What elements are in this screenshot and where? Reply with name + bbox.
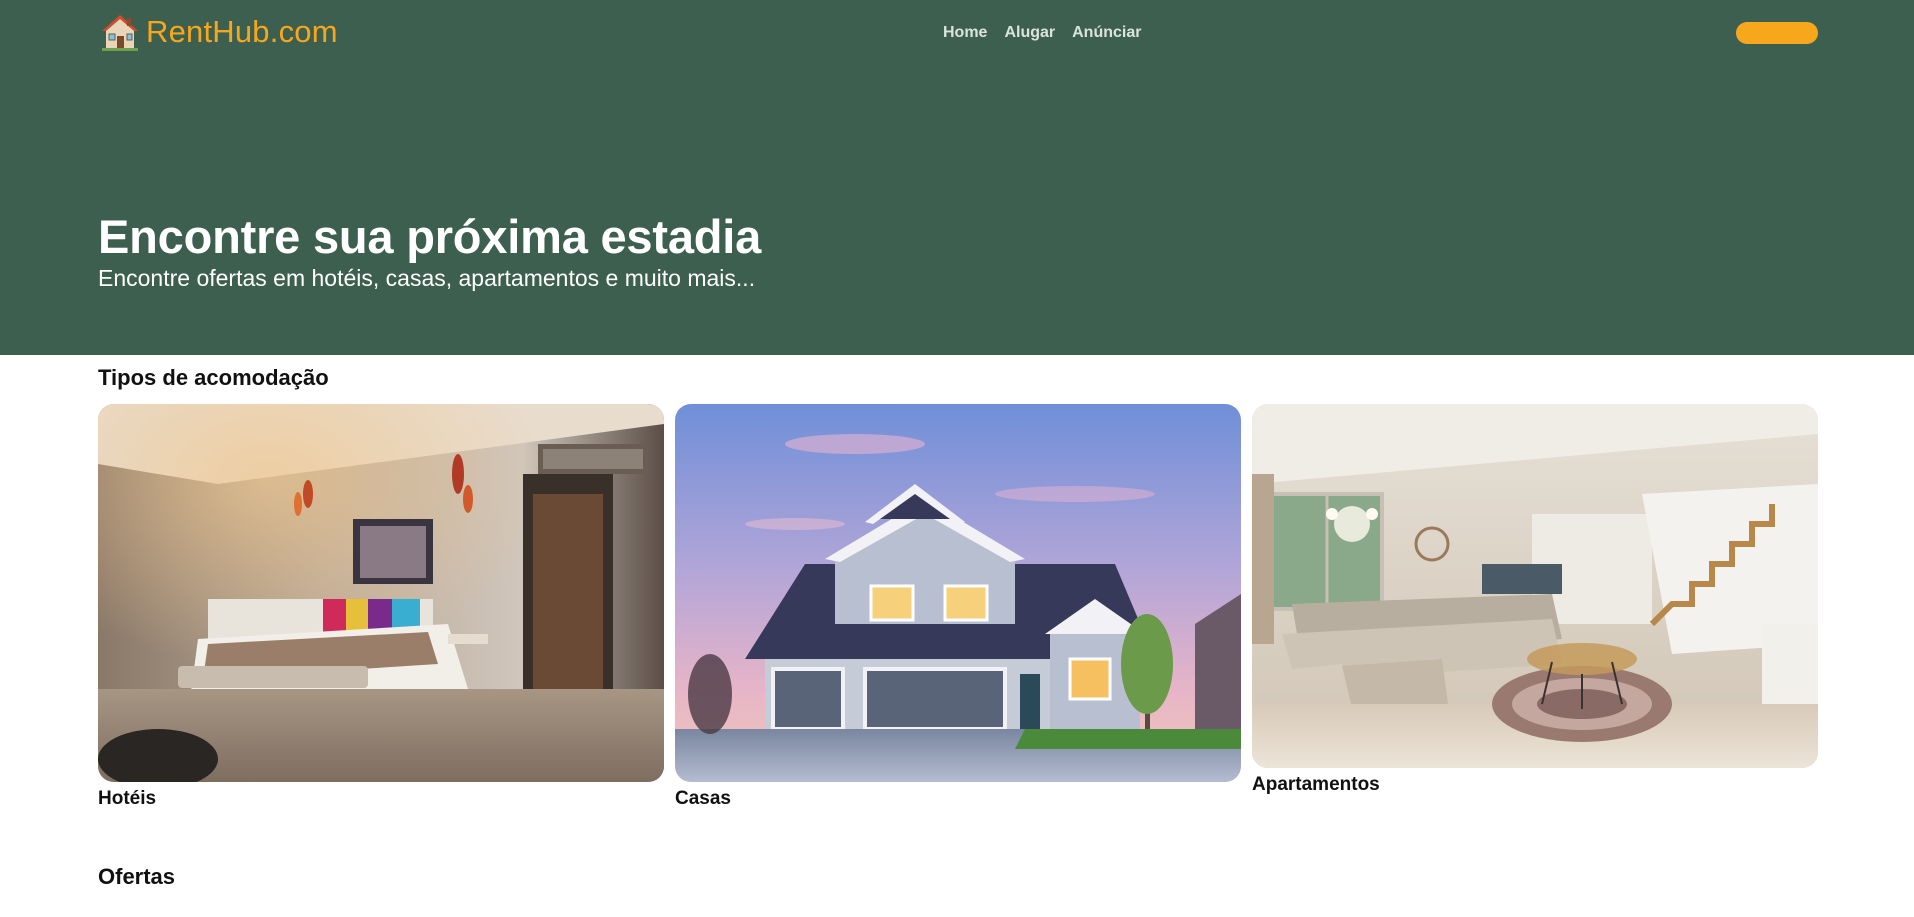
logo-link[interactable]: RentHub.com (100, 12, 338, 52)
hero-subtitle: Encontre ofertas em hotéis, casas, apart… (98, 265, 756, 291)
offers-section-title: Ofertas (98, 864, 176, 889)
apartment-living-room-photo (1252, 404, 1818, 768)
house-exterior-photo (675, 404, 1241, 782)
logo-text: RentHub.com (146, 14, 338, 49)
house-emoji-icon (102, 15, 138, 51)
card-label-casas: Casas (675, 788, 731, 809)
nav-home[interactable]: Home (943, 24, 987, 42)
hotel-room-photo (98, 404, 664, 782)
hero-banner: RentHub.com Home Alugar Anúnciar Encontr… (0, 0, 1914, 355)
header-cta-button[interactable] (1736, 22, 1818, 44)
accommodation-section-title: Tipos de acomodação (98, 365, 329, 390)
nav-anunciar[interactable]: Anúnciar (1072, 24, 1141, 42)
card-label-hoteis: Hotéis (98, 788, 157, 809)
main-nav: Home Alugar Anúnciar (943, 24, 1141, 42)
card-label-apartamentos: Apartamentos (1252, 774, 1380, 795)
nav-alugar[interactable]: Alugar (1004, 24, 1055, 42)
hero-title: Encontre sua próxima estadia (98, 210, 762, 263)
